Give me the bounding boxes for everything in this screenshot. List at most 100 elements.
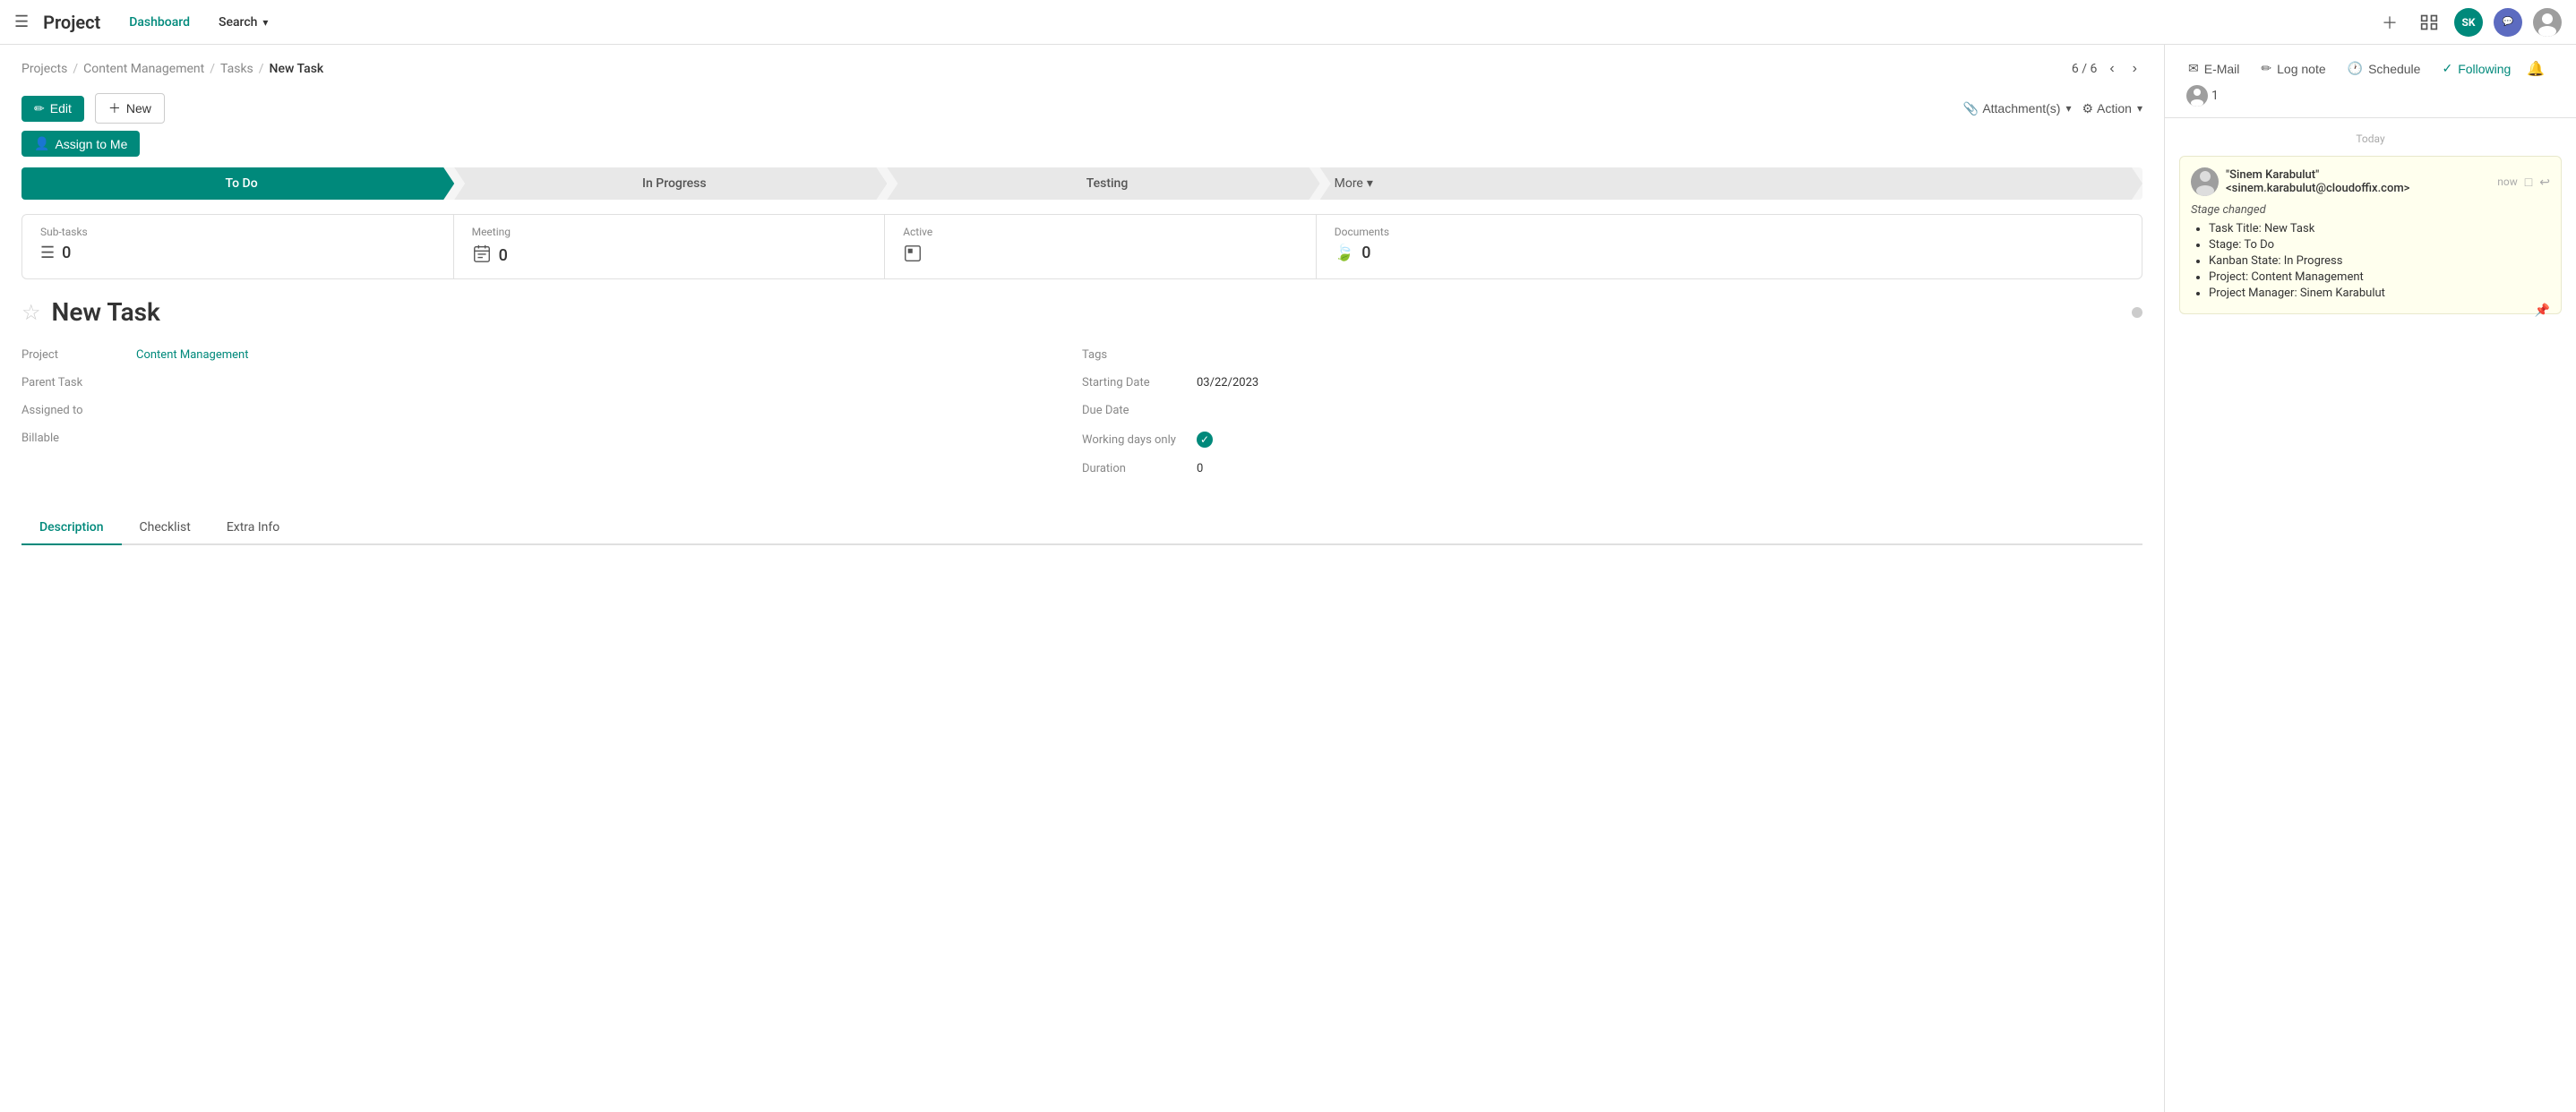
chatter-messages: Today "Sinem Karabulut" <sinem.karabulut… [2165, 118, 2576, 1112]
message-type: Stage changed [2191, 203, 2550, 217]
stage-testing[interactable]: Testing [887, 167, 1319, 200]
email-icon: ✉ [2188, 61, 2199, 76]
tabs-row: Description Checklist Extra Info [21, 511, 2142, 545]
pagination-label: 6 / 6 [2072, 62, 2097, 76]
project-value[interactable]: Content Management [136, 348, 248, 362]
stat-documents[interactable]: Documents 🍃 0 [1317, 215, 2142, 278]
stage-todo[interactable]: To Do [21, 167, 454, 200]
attachment-icon: 📎 [1963, 101, 1979, 116]
chatter-toolbar: ✉ E-Mail ✏ Log note 🕐 Schedule ✓ Followi… [2165, 45, 2576, 118]
tab-checklist[interactable]: Checklist [122, 511, 209, 545]
assign-to-me-button[interactable]: 👤 Assign to Me [21, 131, 140, 157]
breadcrumb-sep-1: / [73, 62, 78, 76]
hamburger-icon[interactable]: ☰ [14, 13, 29, 31]
dashboard-nav-link[interactable]: Dashboard [122, 12, 197, 33]
assign-icon: 👤 [34, 136, 49, 151]
nav-right: ＋ SK 💬 [2375, 8, 2562, 37]
message-sender: "Sinem Karabulut" <sinem.karabulut@cloud… [2226, 168, 2497, 195]
message-time: now [2497, 175, 2518, 188]
log-note-label: Log note [2277, 62, 2326, 76]
breadcrumb-current: New Task [270, 62, 324, 76]
duration-label: Duration [1082, 462, 1189, 475]
stage-inprogress-label: In Progress [642, 176, 707, 191]
pagination-prev-button[interactable]: ‹ [2104, 59, 2119, 79]
stat-active-label: Active [903, 226, 932, 238]
working-days-checkbox[interactable]: ✓ [1197, 432, 1213, 448]
user-avatar-2[interactable]: 💬 [2494, 8, 2522, 37]
message-body-item-2: Stage: To Do [2209, 238, 2550, 252]
pin-icon[interactable]: 📌 [2535, 303, 2550, 318]
assigned-to-label: Assigned to [21, 404, 129, 417]
add-icon[interactable]: ＋ [2375, 8, 2404, 37]
new-plus-icon: ＋ [108, 99, 121, 117]
schedule-label: Schedule [2368, 62, 2420, 76]
stat-meeting-value: 0 [499, 246, 508, 265]
stat-subtasks-label: Sub-tasks [40, 226, 88, 238]
stage-todo-label: To Do [226, 176, 258, 191]
field-col-right: Tags Starting Date 03/22/2023 Due Date W… [1082, 345, 2142, 479]
field-due-date: Due Date [1082, 400, 2142, 421]
user-avatar-3[interactable] [2533, 8, 2562, 37]
subtasks-icon: ☰ [40, 244, 55, 262]
star-icon[interactable]: ☆ [21, 300, 41, 325]
follower-avatar[interactable] [2186, 85, 2208, 107]
stats-bar: Sub-tasks ☰ 0 Meeting [21, 214, 2142, 279]
meeting-icon [472, 244, 492, 268]
stage-more-chevron-icon: ▾ [1367, 176, 1373, 191]
field-working-days: Working days only ✓ [1082, 428, 2142, 451]
app-title: Project [43, 12, 100, 33]
message-body-item-3: Kanban State: In Progress [2209, 254, 2550, 268]
search-nav[interactable]: Search ▾ [211, 12, 275, 33]
kanban-dot [2132, 307, 2142, 318]
tab-extra-info[interactable]: Extra Info [209, 511, 297, 545]
documents-icon: 🍃 [1335, 244, 1354, 262]
message-expand-icon[interactable]: □ [2525, 175, 2532, 189]
message-sender-row: "Sinem Karabulut" <sinem.karabulut@cloud… [2191, 167, 2497, 196]
apps-icon[interactable] [2415, 8, 2443, 37]
project-label: Project [21, 348, 129, 362]
starting-date-value[interactable]: 03/22/2023 [1197, 376, 1258, 389]
breadcrumb-tasks[interactable]: Tasks [220, 62, 253, 76]
new-label: New [126, 101, 151, 115]
action-label: Action [2097, 101, 2132, 115]
field-starting-date: Starting Date 03/22/2023 [1082, 372, 2142, 393]
search-chevron-icon: ▾ [262, 16, 268, 29]
attachment-button[interactable]: 📎 Attachment(s) ▾ [1963, 101, 2072, 116]
email-button[interactable]: ✉ E-Mail [2179, 56, 2248, 81]
tab-description[interactable]: Description [21, 511, 122, 545]
search-nav-label: Search [219, 15, 257, 30]
right-panel: ✉ E-Mail ✏ Log note 🕐 Schedule ✓ Followi… [2164, 45, 2576, 1112]
schedule-button[interactable]: 🕐 Schedule [2339, 56, 2430, 81]
stage-inprogress[interactable]: In Progress [454, 167, 887, 200]
breadcrumb-content-management[interactable]: Content Management [83, 62, 204, 76]
breadcrumb-bar: Projects / Content Management / Tasks / … [0, 45, 2164, 86]
message-body-item-1: Task Title: New Task [2209, 222, 2550, 235]
breadcrumb: Projects / Content Management / Tasks / … [21, 62, 323, 76]
field-tags: Tags [1082, 345, 2142, 365]
field-project: Project Content Management [21, 345, 1082, 365]
stat-meeting[interactable]: Meeting 0 [454, 215, 886, 278]
stat-active[interactable]: Active [885, 215, 1317, 278]
breadcrumb-sep-2: / [210, 62, 215, 76]
stat-subtasks[interactable]: Sub-tasks ☰ 0 [22, 215, 454, 278]
following-check-icon: ✓ [2442, 61, 2452, 76]
task-title[interactable]: New Task [52, 297, 160, 327]
bell-icon[interactable]: 🔔 [2523, 56, 2548, 81]
edit-button[interactable]: ✏ Edit [21, 96, 84, 122]
message-avatar [2191, 167, 2219, 196]
following-button[interactable]: ✓ Following [2433, 56, 2520, 81]
stage-more[interactable]: More ▾ [1320, 167, 2142, 200]
duration-value[interactable]: 0 [1197, 462, 1203, 475]
log-note-button[interactable]: ✏ Log note [2252, 56, 2334, 81]
user-avatar-1[interactable]: SK [2454, 8, 2483, 37]
pagination-next-button[interactable]: › [2127, 59, 2142, 79]
breadcrumb-projects[interactable]: Projects [21, 62, 67, 76]
action-button[interactable]: ⚙ Action ▾ [2082, 101, 2142, 116]
message-reply-icon[interactable]: ↩ [2539, 175, 2550, 190]
new-button[interactable]: ＋ New [95, 93, 165, 124]
message-body: Task Title: New Task Stage: To Do Kanban… [2191, 222, 2550, 300]
starting-date-label: Starting Date [1082, 376, 1189, 389]
attachment-label: Attachment(s) [1982, 101, 2060, 115]
field-duration: Duration 0 [1082, 458, 2142, 479]
field-col-left: Project Content Management Parent Task A… [21, 345, 1082, 479]
